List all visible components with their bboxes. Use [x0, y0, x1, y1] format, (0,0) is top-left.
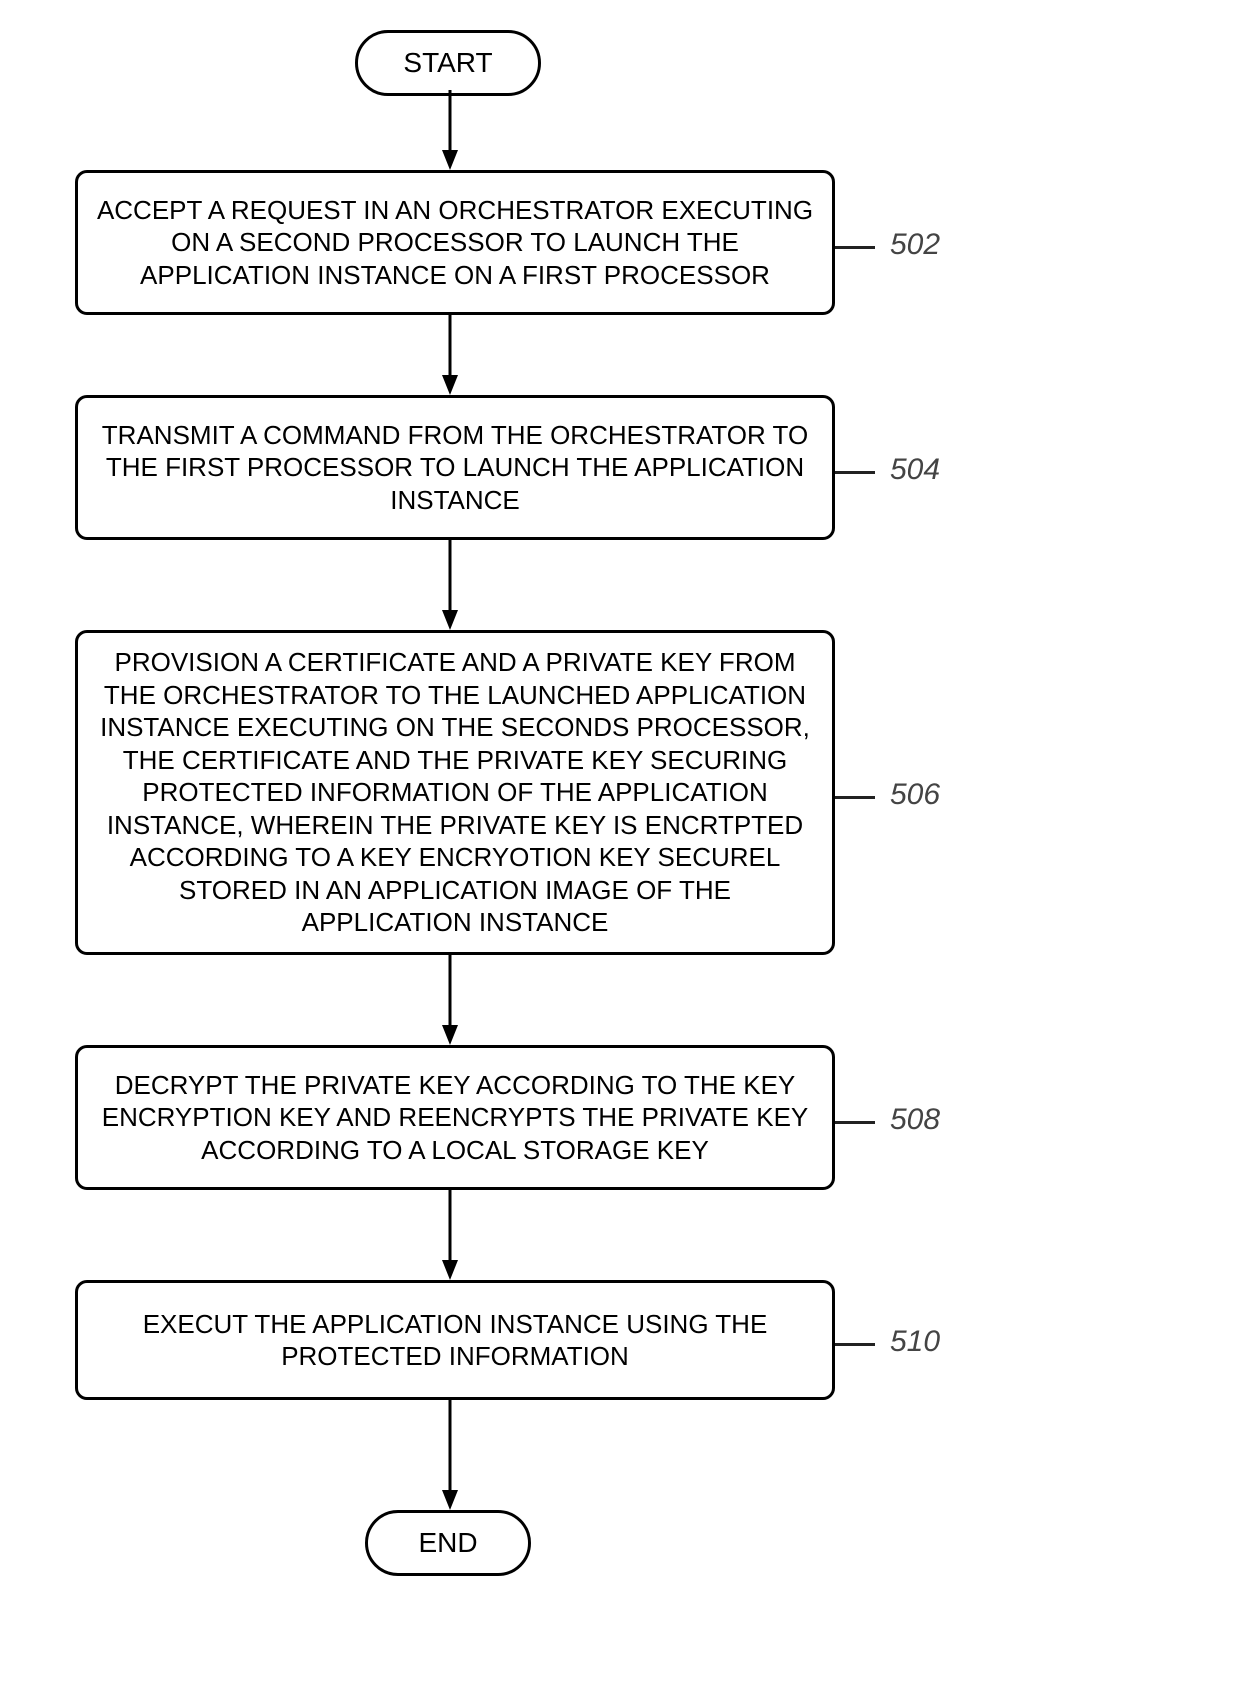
process-step-5: EXECUT THE APPLICATION INSTANCE USING TH…: [75, 1280, 835, 1400]
connector-s2-s3: [440, 540, 460, 630]
ref-label-5: 510: [890, 1325, 940, 1359]
ref-label-1: 502: [890, 228, 940, 262]
process-step-3-text: PROVISION A CERTIFICATE AND A PRIVATE KE…: [96, 646, 814, 939]
ref-label-4: 508: [890, 1103, 940, 1137]
connector-s3-s4: [440, 955, 460, 1045]
label-tick-3: [835, 796, 875, 799]
process-step-2: TRANSMIT A COMMAND FROM THE ORCHESTRATOR…: [75, 395, 835, 540]
connector-start-s1: [440, 90, 460, 170]
connector-s1-s2: [440, 315, 460, 395]
connector-s4-s5: [440, 1190, 460, 1280]
label-tick-4: [835, 1121, 875, 1124]
terminal-start: START: [355, 30, 541, 96]
process-step-1: ACCEPT A REQUEST IN AN ORCHESTRATOR EXEC…: [75, 170, 835, 315]
label-tick-5: [835, 1343, 875, 1346]
ref-label-2: 504: [890, 453, 940, 487]
process-step-4: DECRYPT THE PRIVATE KEY ACCORDING TO THE…: [75, 1045, 835, 1190]
process-step-1-text: ACCEPT A REQUEST IN AN ORCHESTRATOR EXEC…: [96, 194, 814, 292]
process-step-2-text: TRANSMIT A COMMAND FROM THE ORCHESTRATOR…: [96, 419, 814, 517]
process-step-4-text: DECRYPT THE PRIVATE KEY ACCORDING TO THE…: [96, 1069, 814, 1167]
flowchart-canvas: START ACCEPT A REQUEST IN AN ORCHESTRATO…: [0, 0, 1240, 1693]
process-step-3: PROVISION A CERTIFICATE AND A PRIVATE KE…: [75, 630, 835, 955]
ref-label-3: 506: [890, 778, 940, 812]
label-tick-1: [835, 246, 875, 249]
terminal-end: END: [365, 1510, 531, 1576]
connector-s5-end: [440, 1400, 460, 1510]
label-tick-2: [835, 471, 875, 474]
process-step-5-text: EXECUT THE APPLICATION INSTANCE USING TH…: [96, 1308, 814, 1373]
